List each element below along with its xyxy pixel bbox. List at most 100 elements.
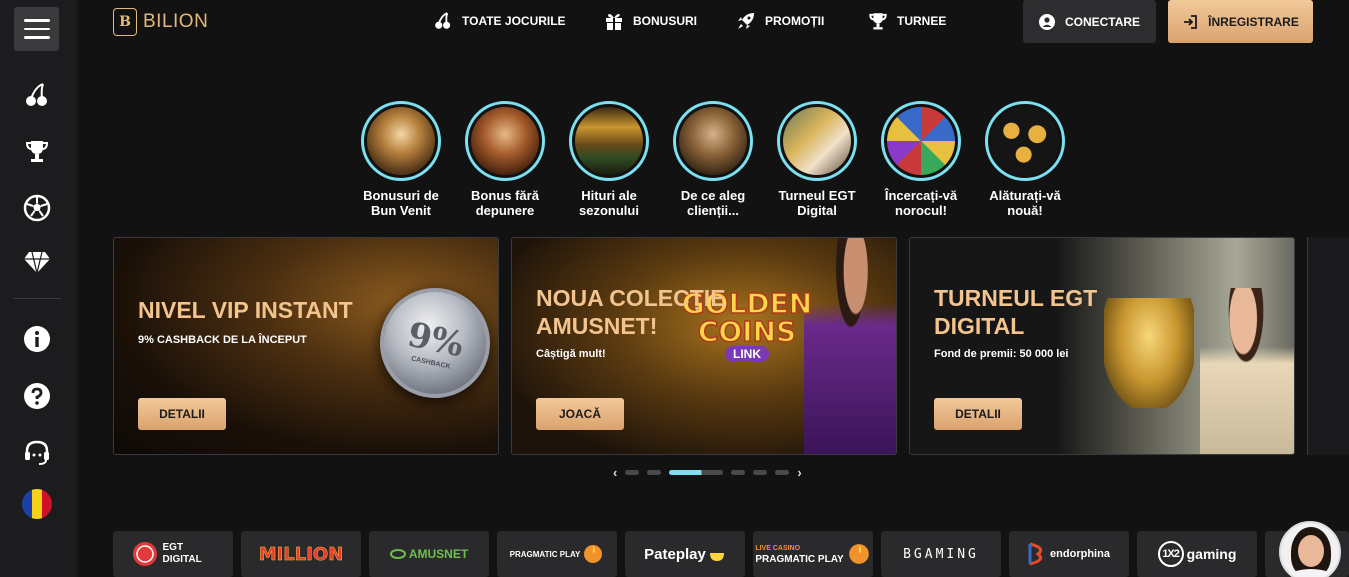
gift-icon: [606, 14, 622, 30]
cherries-icon: [435, 12, 451, 29]
provider-bgaming[interactable]: BGAMING: [881, 531, 1001, 577]
carousel-dot[interactable]: [731, 469, 746, 475]
provider-1x2-gaming[interactable]: 1X2 gaming: [1137, 531, 1257, 577]
nav-bonuses-label: BONUSURI: [633, 14, 698, 28]
support-headset-icon[interactable]: [21, 436, 53, 468]
banner-next-peek[interactable]: [1307, 237, 1349, 455]
provider-name: Pateplay: [644, 545, 706, 563]
romania-flag-icon[interactable]: [21, 488, 53, 520]
provider-name: BGAMING: [903, 546, 979, 562]
register-button[interactable]: ÎNREGISTRARE: [1168, 0, 1313, 43]
story-why-clients-choose[interactable]: De ce aleg clienții...: [665, 101, 761, 218]
logo-line: LINK: [725, 346, 769, 362]
menu-line: [23, 19, 50, 22]
woman-with-trophy-image: [1200, 288, 1294, 454]
banner-egt-tournament[interactable]: TURNEUL EGT DIGITAL Fond de premii: 50 0…: [909, 237, 1295, 455]
banner-vip[interactable]: 9% CASHBACK NIVEL VIP INSTANT 9% CASHBAC…: [113, 237, 499, 455]
banner-play-button[interactable]: JOACĂ: [536, 398, 624, 430]
banner-title: NIVEL VIP INSTANT: [138, 297, 353, 323]
rocket-icon: [738, 13, 754, 29]
story-thumbnail: [991, 107, 1059, 175]
login-button[interactable]: CONECTARE: [1023, 0, 1156, 43]
carousel-dot[interactable]: [625, 469, 640, 475]
provider-label-group: LIVE CASINO PRAGMATIC PLAY: [755, 543, 843, 565]
logo-mark: B: [113, 8, 137, 36]
provider-amusnet[interactable]: AMUSNET: [369, 531, 489, 577]
story-try-your-luck[interactable]: Încercați-vă norocul!: [873, 101, 969, 218]
story-ring: [881, 101, 961, 181]
provider-pateplay[interactable]: Pateplay: [625, 531, 745, 577]
banner-title: NOUA COLECȚIE AMUSNET!: [536, 285, 726, 339]
provider-pragmatic-play[interactable]: PRAGMATIC PLAY: [497, 531, 617, 577]
endorphina-logo-icon: [1028, 542, 1043, 566]
sidebar-divider: [13, 298, 61, 299]
story-label: Încercați-vă norocul!: [884, 188, 958, 218]
banner-title: TURNEUL EGT DIGITAL: [934, 285, 1098, 339]
story-no-deposit-bonus[interactable]: Bonus fără depunere: [457, 101, 553, 218]
cherries-icon[interactable]: [21, 79, 53, 111]
trophy-icon[interactable]: [21, 135, 53, 167]
nav-all-games-label: TOATE JOCURILE: [462, 14, 566, 28]
pragmatic-logo-icon: [848, 544, 869, 564]
banner-details-button[interactable]: DETALII: [934, 398, 1022, 430]
banner-details-button[interactable]: DETALII: [138, 398, 226, 430]
provider-name: MILLION: [258, 543, 344, 565]
provider-name: EGT DIGITAL: [162, 542, 202, 565]
provider-prefix: LIVE CASINO: [755, 545, 801, 552]
register-label: ÎNREGISTRARE: [1208, 14, 1299, 29]
amusnet-logo-icon: [389, 549, 406, 559]
soccer-ball-icon[interactable]: [21, 192, 53, 224]
provider-egt-digital[interactable]: EGT DIGITAL: [113, 531, 233, 577]
story-ring: [777, 101, 857, 181]
silver-coin-image: 9% CASHBACK: [369, 277, 498, 409]
carousel-dot[interactable]: [775, 469, 790, 475]
story-welcome-bonus[interactable]: Bonusuri de Bun Venit: [353, 101, 449, 218]
banner-subtitle: 9% CASHBACK DE LA ÎNCEPUT: [138, 334, 307, 346]
story-egt-tournament[interactable]: Turneul EGT Digital: [769, 101, 865, 218]
user-icon: [1038, 13, 1055, 30]
story-thumbnail: [783, 107, 851, 175]
story-ring: [465, 101, 545, 181]
story-label: Bonus fără depunere: [471, 188, 539, 218]
provider-million[interactable]: MILLION: [241, 531, 361, 577]
story-label: De ce aleg clienții...: [680, 188, 746, 218]
carousel-dot[interactable]: [753, 469, 768, 475]
logo-text: BILION: [143, 11, 209, 32]
menu-button[interactable]: [14, 7, 59, 51]
story-season-hits[interactable]: Hituri ale sezonului: [561, 101, 657, 218]
sidebar: [0, 0, 77, 577]
nav-all-games[interactable]: TOATE JOCURILE: [433, 8, 566, 34]
banner-amusnet[interactable]: GOLDEN COINS LINK NOUA COLECȚIE AMUSNET!…: [511, 237, 897, 455]
story-thumbnail: [367, 107, 435, 175]
provider-pragmatic-live[interactable]: LIVE CASINO PRAGMATIC PLAY: [753, 531, 873, 577]
carousel-prev-button[interactable]: ‹: [613, 465, 617, 480]
menu-line: [23, 36, 50, 39]
story-thumbnail: [471, 107, 539, 175]
menu-line: [23, 27, 50, 31]
agent-face: [1298, 535, 1324, 567]
banner-subtitle: Fond de premii: 50 000 lei: [934, 348, 1069, 360]
provider-name: endorphina: [1050, 548, 1110, 560]
info-icon[interactable]: [21, 323, 53, 355]
provider-name: gaming: [1186, 546, 1237, 562]
diamond-icon[interactable]: [21, 246, 53, 278]
nav-bonuses[interactable]: BONUSURI: [604, 8, 697, 34]
carousel-dot-active[interactable]: [669, 469, 724, 475]
nav-promotions-label: PROMOȚII: [765, 14, 825, 28]
pragmatic-logo-icon: [584, 545, 603, 563]
brand-logo[interactable]: B BILION: [113, 7, 208, 37]
provider-name: PRAGMATIC PLAY: [755, 554, 844, 565]
story-thumbnail: [679, 107, 747, 175]
provider-endorphina[interactable]: endorphina: [1009, 531, 1129, 577]
carousel-dot[interactable]: [647, 469, 662, 475]
nav-tournaments[interactable]: TURNEE: [868, 8, 946, 34]
carousel-next-button[interactable]: ›: [797, 465, 801, 480]
story-ring: [673, 101, 753, 181]
nav-promotions[interactable]: PROMOȚII: [736, 8, 824, 34]
help-icon[interactable]: [21, 380, 53, 412]
support-chat-avatar[interactable]: [1279, 521, 1341, 577]
story-join-us[interactable]: Alăturați-vă nouă!: [977, 101, 1073, 218]
story-label: Alăturați-vă nouă!: [989, 188, 1061, 218]
story-ring: [985, 101, 1065, 181]
story-label: Hituri ale sezonului: [579, 188, 639, 218]
